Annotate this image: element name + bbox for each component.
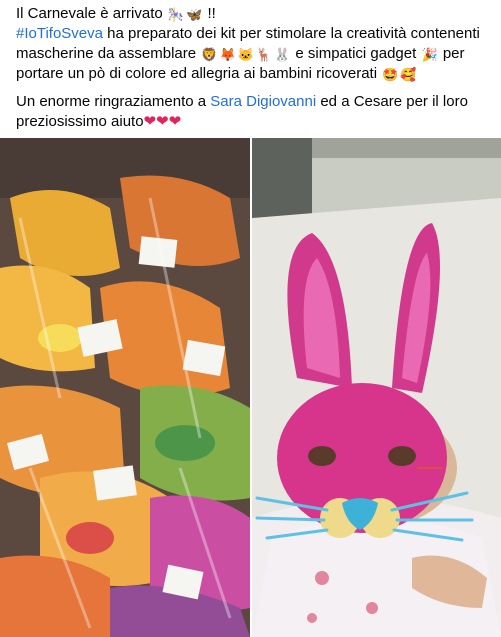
post-line-2: ha preparato dei kit per stimolare la cr…: [103, 25, 480, 42]
thanks-text-a: Un enorme ringraziamento a: [16, 93, 211, 110]
post-line-3b: e simpatici gadget: [295, 45, 417, 62]
post-line-4: portare un pò di colore ed allegria ai b…: [16, 65, 378, 82]
post-text: Il Carnevale è arrivato 🎠 🦋 !! #IoTifoSve…: [16, 4, 494, 140]
kits-photo-illustration: [0, 138, 250, 637]
heart-icon: ❤: [143, 113, 157, 130]
deer-emoji-icon: 🦌: [255, 47, 273, 62]
post-line-3a: mascherine da assemblare: [16, 45, 197, 62]
post-paragraph-2: Un enorme ringraziamento a Sara Digiovan…: [16, 92, 494, 132]
post-paragraph-1: Il Carnevale è arrivato 🎠 🦋 !! #IoTifoSve…: [16, 4, 494, 84]
post-line-3c: per: [442, 45, 465, 62]
kits-photo[interactable]: [0, 138, 250, 637]
lion-emoji-icon: 🦁: [201, 47, 218, 62]
butterfly-emoji-icon: 🦋: [186, 7, 203, 22]
hashtag-link[interactable]: #IoTifoSveva: [16, 25, 103, 42]
party-popper-emoji-icon: 🎉: [421, 47, 438, 62]
thanks-text-b: ed a Cesare per il loro: [316, 93, 468, 110]
post-line-1-tail: !!: [207, 5, 216, 22]
smiling-hearts-emoji-icon: 🥰: [400, 67, 417, 82]
heart-icon: ❤: [156, 113, 169, 130]
post-line-1: Il Carnevale è arrivato: [16, 5, 163, 22]
carousel-emoji-icon: 🎠: [167, 7, 185, 22]
star-struck-emoji-icon: 🤩: [382, 67, 399, 82]
child-bunny-mask-photo[interactable]: [252, 138, 501, 637]
mention-link[interactable]: Sara Digiovanni: [210, 93, 316, 110]
rabbit-emoji-icon: 🐰: [274, 47, 291, 62]
fox-emoji-icon: 🦊: [219, 47, 236, 62]
thanks-text-c: preziosissimo aiuto: [16, 113, 144, 130]
cat-emoji-icon: 🐱: [237, 47, 254, 62]
photo-grid: [0, 138, 501, 637]
bunny-photo-illustration: [252, 138, 501, 637]
heart-icon: ❤: [168, 113, 182, 130]
